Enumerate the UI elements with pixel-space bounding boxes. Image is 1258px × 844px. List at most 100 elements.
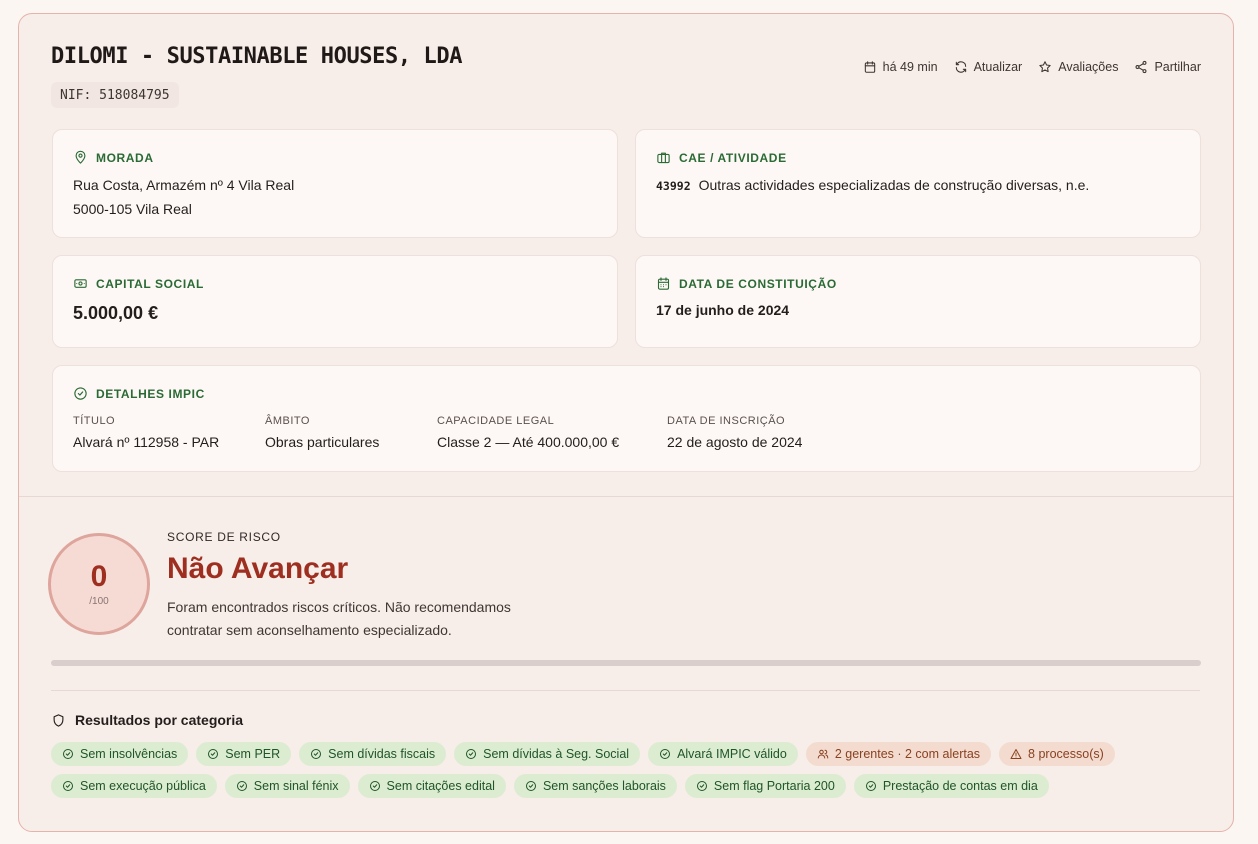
header-actions: há 49 min Atualizar Avaliações Partilhar <box>863 60 1201 74</box>
constitution-value: 17 de junho de 2024 <box>656 302 790 318</box>
alert-triangle-icon <box>1010 749 1022 759</box>
refresh-button[interactable]: Atualizar <box>954 60 1023 74</box>
check-circle-icon <box>696 781 707 791</box>
result-chip-label: Sem dívidas fiscais <box>328 747 436 761</box>
impic-registration-field: DATA DE INSCRIÇÃO 22 de agosto de 2024 <box>667 415 802 450</box>
last-updated-label: há 49 min <box>882 60 938 74</box>
users-icon <box>817 749 829 759</box>
result-chip[interactable]: 8 processo(s) <box>999 742 1115 766</box>
result-chip[interactable]: Sem sanções laborais <box>513 774 677 798</box>
impic-field-key: ÂMBITO <box>265 415 310 427</box>
share-icon <box>1135 60 1147 74</box>
result-chip-label: Sem PER <box>225 747 281 761</box>
check-circle-icon <box>63 781 73 791</box>
impic-label: DETALHES IMPIC <box>73 386 205 401</box>
result-chip[interactable]: Sem execução pública <box>51 774 217 798</box>
result-chip-label: Prestação de contas em dia <box>882 779 1038 793</box>
address-label: MORADA <box>73 150 154 165</box>
result-chip[interactable]: Sem citações edital <box>357 774 506 798</box>
result-chip[interactable]: Sem PER <box>196 742 292 766</box>
address-line1: Rua Costa, Armazém nº 4 Vila Real <box>73 177 295 193</box>
check-circle-icon <box>208 749 219 759</box>
section-divider <box>19 496 1233 497</box>
result-chip[interactable]: 2 gerentes · 2 com alertas <box>805 742 992 766</box>
result-chip[interactable]: Prestação de contas em dia <box>853 774 1049 798</box>
address-line2: 5000-105 Vila Real <box>73 201 192 217</box>
result-chip-label: Sem sinal fénix <box>253 779 339 793</box>
result-chip[interactable]: Alvará IMPIC válido <box>648 742 798 766</box>
result-chip-label: Sem flag Portaria 200 <box>713 779 835 793</box>
results-title: Resultados por categoria <box>75 712 244 728</box>
badge-check-icon <box>74 387 87 400</box>
capital-label: CAPITAL SOCIAL <box>73 276 204 291</box>
cae-code: 43992 <box>656 179 691 193</box>
check-circle-icon <box>311 749 322 759</box>
results-divider <box>51 690 1200 691</box>
impic-title-field: TÍTULO Alvará nº 112958 - PAR <box>73 415 219 450</box>
result-chip[interactable]: Sem dívidas fiscais <box>299 742 447 766</box>
refresh-icon <box>955 61 966 73</box>
check-circle-icon <box>660 749 671 759</box>
last-updated-button[interactable]: há 49 min <box>863 60 938 74</box>
risk-description: Foram encontrados riscos críticos. Não r… <box>167 599 511 638</box>
reviews-label: Avaliações <box>1058 60 1119 74</box>
result-chip-label: Sem execução pública <box>80 779 206 793</box>
cae-description: Outras actividades especializadas de con… <box>698 177 1090 193</box>
result-chip[interactable]: Sem sinal fénix <box>224 774 350 798</box>
star-icon <box>1039 61 1051 73</box>
result-chip-label: Sem sanções laborais <box>542 779 666 793</box>
check-circle-icon <box>63 749 73 759</box>
briefcase-icon <box>657 152 670 164</box>
risk-score-value: 0 <box>90 559 108 593</box>
cae-box: CAE / ATIVIDADE 43992 Outras actividades … <box>635 129 1201 238</box>
risk-score-label: SCORE DE RISCO <box>167 530 281 544</box>
result-chip-label: 8 processo(s) <box>1028 747 1104 761</box>
capital-box: CAPITAL SOCIAL 5.000,00 € <box>52 255 618 348</box>
check-circle-icon <box>466 749 477 759</box>
cae-value: 43992 Outras actividades especializadas d… <box>656 177 1089 193</box>
impic-field-value: 22 de agosto de 2024 <box>667 434 803 450</box>
refresh-label: Atualizar <box>973 60 1023 74</box>
impic-field-key: DATA DE INSCRIÇÃO <box>667 415 786 427</box>
results-chips: Sem insolvências Sem PER Sem dívidas fisca… <box>51 742 1211 798</box>
result-chip[interactable]: Sem insolvências <box>51 742 189 766</box>
cae-label: CAE / ATIVIDADE <box>656 150 787 165</box>
impic-box: DETALHES IMPIC TÍTULO Alvará nº 112958 -… <box>52 365 1201 472</box>
result-chip-label: 2 gerentes · 2 com alertas <box>834 747 981 761</box>
share-label: Partilhar <box>1154 60 1201 74</box>
risk-score-max: /100 <box>89 595 109 607</box>
map-pin-icon <box>75 150 86 164</box>
check-circle-icon <box>369 781 380 791</box>
impic-field-key: CAPACIDADE LEGAL <box>437 415 555 427</box>
share-button[interactable]: Partilhar <box>1134 60 1201 74</box>
company-header: DILOMI - SUSTAINABLE HOUSES, LDA NIF: 51… <box>51 44 1201 108</box>
result-chip-label: Sem citações edital <box>386 779 495 793</box>
banknote-icon <box>74 279 87 288</box>
result-chip-label: Alvará IMPIC válido <box>677 747 787 761</box>
constitution-label: DATA DE CONSTITUIÇÃO <box>656 276 837 291</box>
check-circle-icon <box>865 781 876 791</box>
constitution-box: DATA DE CONSTITUIÇÃO 17 de junho de 2024 <box>635 255 1201 348</box>
reviews-button[interactable]: Avaliações <box>1038 60 1118 74</box>
results-header: Resultados por categoria <box>51 712 243 728</box>
nif-badge: NIF: 518084795 <box>51 82 179 108</box>
risk-progress-bar <box>51 660 1201 666</box>
calendar-days-icon <box>657 277 670 290</box>
address-box: MORADA Rua Costa, Armazém nº 4 Vila Real… <box>52 129 618 238</box>
check-circle-icon <box>525 781 536 791</box>
result-chip-label: Sem dívidas à Seg. Social <box>483 747 630 761</box>
shield-icon <box>53 713 64 727</box>
capital-value: 5.000,00 € <box>73 303 159 323</box>
impic-field-value: Alvará nº 112958 - PAR <box>73 434 220 450</box>
result-chip[interactable]: Sem dívidas à Seg. Social <box>454 742 641 766</box>
impic-field-key: TÍTULO <box>73 415 116 427</box>
impic-field-value: Classe 2 — Até 400.000,00 € <box>437 434 620 450</box>
risk-verdict: Não Avançar <box>167 552 349 585</box>
risk-score-circle: 0 /100 <box>48 533 150 635</box>
impic-scope-field: ÂMBITO Obras particulares <box>265 415 379 450</box>
company-card: DILOMI - SUSTAINABLE HOUSES, LDA NIF: 51… <box>18 13 1234 832</box>
check-circle-icon <box>236 781 247 791</box>
impic-field-value: Obras particulares <box>265 434 380 450</box>
result-chip[interactable]: Sem flag Portaria 200 <box>684 774 846 798</box>
calendar-icon <box>864 61 875 73</box>
